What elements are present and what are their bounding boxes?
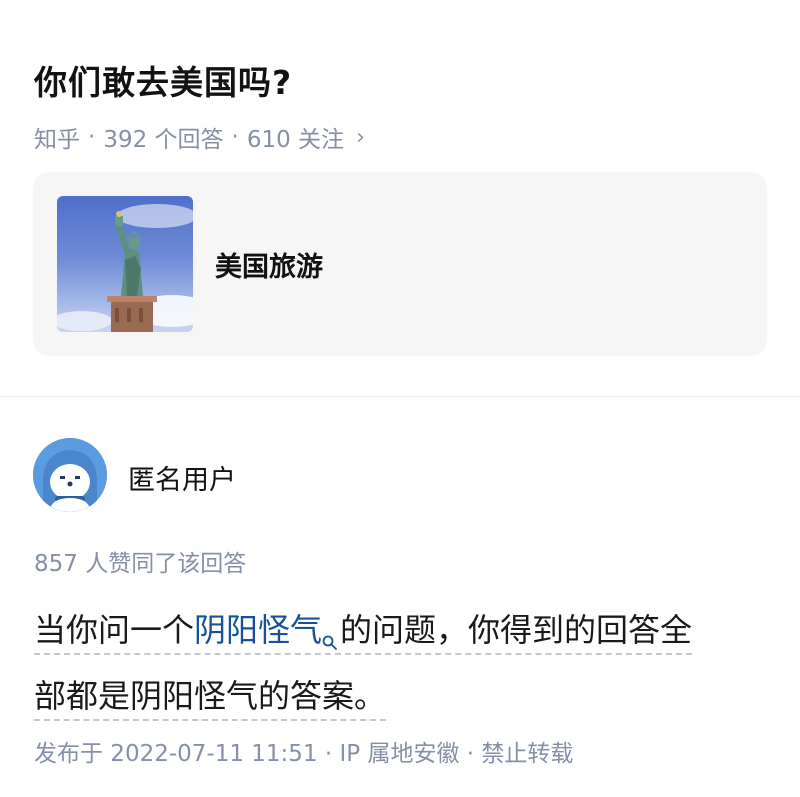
- ip-location: IP 属地安徽: [339, 741, 460, 767]
- meta-separator: ·: [466, 741, 475, 767]
- chevron-right-icon: ›: [356, 124, 365, 150]
- answer-text-segment: 当你问一个: [34, 611, 195, 649]
- source-label: 知乎: [34, 127, 80, 153]
- search-icon[interactable]: [322, 612, 338, 668]
- publish-time: 发布于 2022-07-11 11:51: [34, 741, 318, 767]
- votes-count: 857 人赞同了该回答: [34, 551, 247, 577]
- reprint-notice: 禁止转载: [481, 741, 574, 767]
- answers-count: 392 个回答: [103, 127, 224, 153]
- followers-count: 610 关注: [246, 127, 345, 153]
- author-name[interactable]: 匿名用户: [128, 458, 236, 497]
- answer-content: 当你问一个阴阳怪气 的问题，你得到的回答全 部都是阴阳怪气的答案。: [34, 602, 774, 724]
- anonymous-avatar[interactable]: [33, 438, 107, 512]
- answer-line-2: 部都是阴阳怪气的答案。: [34, 677, 387, 721]
- answer-line-1: 当你问一个阴阳怪气 的问题，你得到的回答全: [34, 611, 693, 655]
- answer-text-segment: 的问题，你得到的回答全: [340, 611, 693, 649]
- question-title: 你们敢去美国吗?: [34, 63, 293, 102]
- meta-separator: ·: [231, 124, 239, 150]
- section-divider: [0, 396, 800, 397]
- topic-card[interactable]: 美国旅游: [33, 172, 767, 356]
- answer-footer-meta: 发布于 2022-07-11 11:51 · IP 属地安徽 · 禁止转载: [34, 734, 573, 768]
- topic-name: 美国旅游: [215, 251, 323, 283]
- question-meta[interactable]: 知乎 · 392 个回答 · 610 关注 ›: [34, 120, 365, 154]
- keyword-link[interactable]: 阴阳怪气: [194, 611, 322, 649]
- meta-separator: ·: [88, 124, 96, 150]
- meta-separator: ·: [324, 741, 333, 767]
- statue-of-liberty-image: [57, 196, 193, 332]
